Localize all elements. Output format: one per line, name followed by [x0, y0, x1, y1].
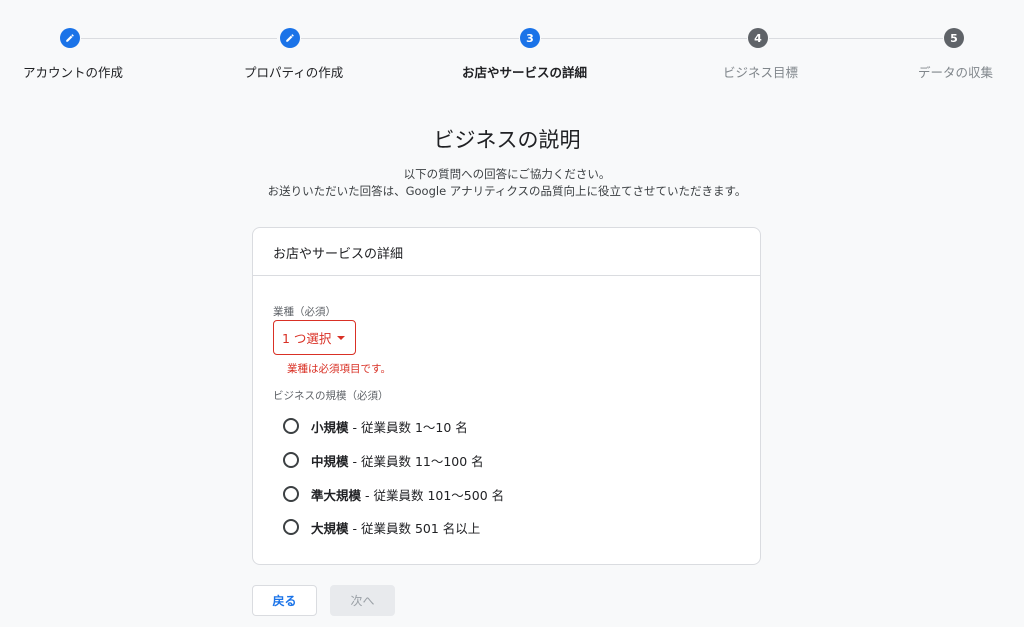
- caret-down-icon: [337, 335, 346, 340]
- subtitle-line-2: お送りいただいた回答は、Google アナリティクスの品質向上に役立てさせていた…: [267, 184, 747, 198]
- step-label-property: プロパティの作成: [244, 65, 344, 80]
- size-option-label: 小規模: [311, 419, 349, 435]
- industry-error: 業種は必須項目です。: [287, 363, 391, 375]
- size-option-label: 準大規模: [311, 487, 362, 503]
- step-number-4: 4: [748, 28, 768, 48]
- size-option-medium[interactable]: 中規模 - 従業員数 11〜100 名: [283, 450, 484, 470]
- industry-select[interactable]: 1 つ選択: [273, 320, 356, 355]
- size-option-label: 大規模: [311, 520, 349, 536]
- step-number-3: 3: [520, 28, 540, 48]
- size-option-semi-large[interactable]: 準大規模 - 従業員数 101〜500 名: [283, 484, 504, 504]
- step-label-business-details: お店やサービスの詳細: [462, 65, 588, 80]
- step-number-5: 5: [944, 28, 964, 48]
- step-connector: [301, 38, 519, 39]
- radio-button[interactable]: [283, 519, 299, 535]
- card-title: お店やサービスの詳細: [253, 228, 760, 276]
- page-title: ビジネスの説明: [433, 128, 581, 152]
- business-details-card: お店やサービスの詳細 業種（必須） 1 つ選択 業種は必須項目です。 ビジネスの…: [252, 227, 761, 565]
- next-button[interactable]: 次へ: [330, 585, 395, 616]
- size-option-detail: - 従業員数 1〜10 名: [348, 419, 468, 435]
- industry-select-value: 1 つ選択: [282, 331, 332, 346]
- radio-button[interactable]: [283, 452, 299, 468]
- step-connector: [81, 38, 277, 39]
- step-connector: [541, 38, 747, 39]
- radio-button[interactable]: [283, 418, 299, 434]
- step-label-account: アカウントの作成: [23, 65, 124, 80]
- business-size-label: ビジネスの規模（必須）: [273, 390, 389, 402]
- back-button[interactable]: 戻る: [252, 585, 317, 616]
- progress-stepper: アカウントの作成 プロパティの作成 3 お店やサービスの詳細 4 ビジネス目標 …: [0, 0, 1024, 90]
- industry-label: 業種（必須）: [273, 306, 336, 318]
- size-option-small[interactable]: 小規模 - 従業員数 1〜10 名: [283, 416, 468, 436]
- size-option-label: 中規模: [311, 453, 349, 469]
- size-option-detail: - 従業員数 101〜500 名: [361, 487, 505, 503]
- edit-icon: [60, 28, 80, 48]
- size-option-large[interactable]: 大規模 - 従業員数 501 名以上: [283, 517, 480, 537]
- subtitle-line-1: 以下の質問への回答にご協力ください。: [403, 167, 611, 181]
- step-label-data-collection: データの収集: [918, 65, 994, 80]
- step-connector: [769, 38, 943, 39]
- edit-icon: [280, 28, 300, 48]
- size-option-detail: - 従業員数 11〜100 名: [348, 453, 484, 469]
- step-label-business-goals: ビジネス目標: [723, 65, 799, 80]
- size-option-detail: - 従業員数 501 名以上: [348, 520, 481, 536]
- radio-button[interactable]: [283, 486, 299, 502]
